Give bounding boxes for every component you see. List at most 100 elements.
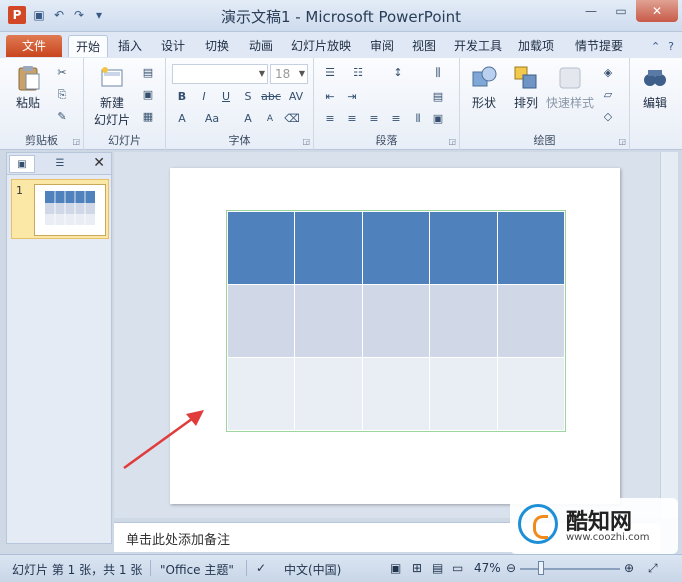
tab-storyboard[interactable]: 情节提要 [570,35,628,57]
font-color-button[interactable]: A [174,112,190,126]
shrink-font-button[interactable]: A [262,112,278,126]
table-cell[interactable] [496,357,566,431]
tab-insert[interactable]: 插入 [112,35,148,57]
spell-check-icon[interactable]: ✓ [256,561,266,575]
line-spacing-icon[interactable]: ↕ [390,66,406,80]
arrange-button[interactable]: 排列 [506,64,546,111]
table-cell[interactable] [294,357,363,431]
outline-tab-icon[interactable]: ☰ [47,155,73,173]
minimize-button[interactable]: — [576,0,606,22]
fit-to-window-icon[interactable]: ⤢ [648,561,658,576]
table-cell[interactable] [226,357,296,431]
slide-table[interactable] [226,210,566,432]
section-icon[interactable]: ▦ [140,110,156,124]
bullets-icon[interactable]: ☰ [322,66,338,80]
shadow-button[interactable]: S [240,90,256,104]
vertical-scrollbar[interactable] [660,152,678,518]
shapes-button[interactable]: 形状 [464,64,504,111]
slide-sorter-icon[interactable]: ⊞ [412,561,422,575]
table-cell[interactable] [294,284,363,358]
text-direction-icon[interactable]: ⫼ [430,66,446,80]
language-status[interactable]: 中文(中国) [284,561,341,578]
numbering-icon[interactable]: ☷ [350,66,366,80]
table-cell[interactable] [361,357,431,431]
table-cell[interactable] [429,284,498,358]
table-cell[interactable] [361,284,431,358]
normal-view-icon[interactable]: ▣ [390,561,401,575]
layout-icon[interactable]: ▤ [140,66,156,80]
italic-button[interactable]: I [196,90,212,104]
minimize-ribbon-icon[interactable]: ⌃ [651,40,660,53]
tab-review[interactable]: 审阅 [364,35,400,57]
font-launcher-icon[interactable]: ◲ [302,137,310,146]
char-spacing-button[interactable]: AV [286,90,306,104]
new-slide-button[interactable]: 新建 幻灯片 [88,64,136,128]
reading-view-icon[interactable]: ▤ [432,561,443,575]
drawing-launcher-icon[interactable]: ◲ [618,137,626,146]
columns-icon[interactable]: ⫴ [410,112,426,126]
quick-styles-button[interactable]: 快速样式 [544,64,596,111]
strikethrough-button[interactable]: abc [260,90,282,104]
close-panel-icon[interactable]: ✕ [93,155,105,171]
slideshow-view-icon[interactable]: ▭ [452,561,463,575]
tab-design[interactable]: 设计 [155,35,191,57]
status-divider [246,560,247,576]
tab-view[interactable]: 视图 [406,35,442,57]
tab-home[interactable]: 开始 [68,35,108,57]
help-icon[interactable]: ? [668,40,674,53]
increase-indent-icon[interactable]: ⇥ [344,90,360,104]
close-button[interactable]: ✕ [636,0,678,22]
slides-tab-icon[interactable]: ▣ [9,155,35,173]
tab-slideshow[interactable]: 幻灯片放映 [287,35,355,57]
table-cell[interactable] [226,211,296,285]
tab-transitions[interactable]: 切换 [199,35,235,57]
zoom-level[interactable]: 47% [474,561,501,575]
table-cell[interactable] [496,284,566,358]
cut-icon[interactable]: ✂ [54,66,70,80]
smartart-icon[interactable]: ▣ [430,112,446,126]
align-left-icon[interactable]: ≡ [322,112,338,126]
justify-icon[interactable]: ≡ [388,112,404,126]
table-grid[interactable] [226,211,566,431]
shape-fill-icon[interactable]: ◈ [600,66,616,80]
zoom-out-icon[interactable]: ⊖ [506,561,516,575]
change-case-button[interactable]: Aa [202,112,222,126]
copy-icon[interactable]: ⎘ [54,88,70,102]
zoom-slider-handle[interactable] [538,561,544,575]
decrease-indent-icon[interactable]: ⇤ [322,90,338,104]
clipboard-launcher-icon[interactable]: ◲ [72,137,80,146]
binoculars-icon [644,70,666,86]
grow-font-button[interactable]: A [240,112,256,126]
table-cell[interactable] [294,211,363,285]
zoom-in-icon[interactable]: ⊕ [624,561,634,575]
tab-addins[interactable]: 加载项 [514,35,558,57]
editing-button[interactable]: 编辑 [634,64,676,111]
clear-format-icon[interactable]: ⌫ [284,112,300,126]
reset-icon[interactable]: ▣ [140,88,156,102]
paste-button[interactable]: 粘贴 [8,64,48,111]
align-center-icon[interactable]: ≡ [344,112,360,126]
paragraph-launcher-icon[interactable]: ◲ [448,137,456,146]
notes-placeholder: 单击此处添加备注 [126,533,231,548]
shape-effects-icon[interactable]: ◇ [600,110,616,124]
format-painter-icon[interactable]: ✎ [54,110,70,124]
bold-button[interactable]: B [174,90,190,104]
table-cell[interactable] [429,357,498,431]
table-cell[interactable] [361,211,431,285]
table-cell[interactable] [496,211,566,285]
shape-outline-icon[interactable]: ▱ [600,88,616,102]
tab-file[interactable]: 文件 [6,35,62,57]
align-right-icon[interactable]: ≡ [366,112,382,126]
zoom-slider[interactable] [520,568,620,570]
font-name-field[interactable]: ▼ [172,64,268,84]
tab-developer[interactable]: 开发工具 [450,35,506,57]
tab-animations[interactable]: 动画 [243,35,279,57]
table-cell[interactable] [429,211,498,285]
align-text-icon[interactable]: ▤ [430,90,446,104]
slide-thumbnail-row[interactable]: 1 [11,179,109,239]
table-cell[interactable] [226,284,296,358]
font-size-field[interactable]: 18 ▼ [270,64,308,84]
maximize-button[interactable]: ▭ [606,0,636,22]
underline-button[interactable]: U [218,90,234,104]
slide-thumbnail[interactable] [34,184,106,236]
